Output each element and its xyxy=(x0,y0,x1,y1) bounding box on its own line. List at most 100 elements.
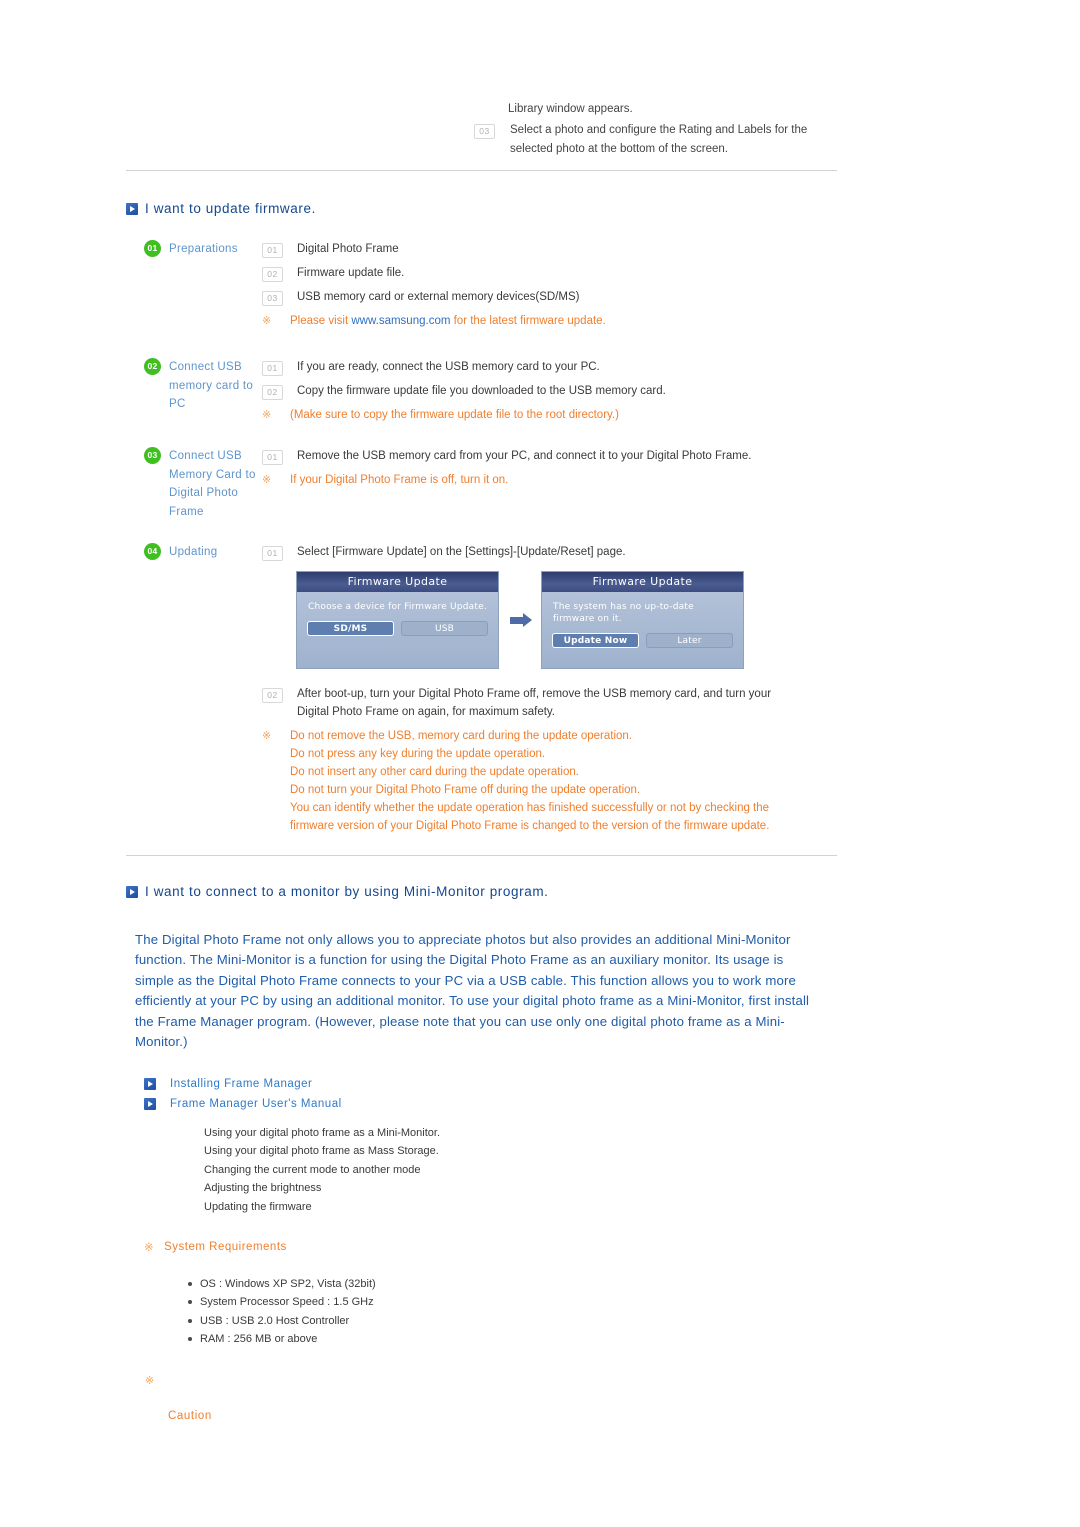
sub-item-text: After boot-up, turn your Digital Photo F… xyxy=(297,688,772,718)
note-text: If your Digital Photo Frame is off, turn… xyxy=(290,474,509,486)
firmware-steps: 01 Preparations 01 Digital Photo Frame 0… xyxy=(144,240,844,855)
kome-mark-icon: ※ xyxy=(262,315,272,327)
list-item: RAM : 256 MB or above xyxy=(186,1330,376,1348)
step-badge: 02 xyxy=(144,358,161,375)
step-badge: 03 xyxy=(144,447,161,464)
note-pre: Please visit xyxy=(290,315,352,327)
post-dialog-block: 02 After boot-up, turn your Digital Phot… xyxy=(262,685,844,835)
step-row: 02 Connect USB memory card to PC 01 If y… xyxy=(144,358,844,430)
list-item: USB : USB 2.0 Host Controller xyxy=(186,1312,376,1330)
warning-lines: Do not remove the USB, memory card durin… xyxy=(290,727,769,835)
step-number-box: 02 xyxy=(262,688,283,703)
sub-item: 01 Select [Firmware Update] on the [Sett… xyxy=(262,543,844,561)
firmware-dialog-images: Firmware Update Choose a device for Firm… xyxy=(296,571,844,669)
dialog-message: The system has no up-to-date firmware on… xyxy=(553,602,694,624)
step-number-box: 01 xyxy=(262,450,283,465)
list-item: Using your digital photo frame as a Mini… xyxy=(204,1127,440,1139)
divider-middle xyxy=(126,855,837,856)
sub-item-text: Digital Photo Frame xyxy=(297,243,399,255)
dialog-title: Firmware Update xyxy=(297,572,498,592)
play-triangle-icon xyxy=(144,1078,156,1090)
note-item: ※ Please visit www.samsung.com for the l… xyxy=(262,312,844,330)
dialog-title: Firmware Update xyxy=(542,572,743,592)
warning-line: Do not insert any other card during the … xyxy=(290,766,579,778)
sub-item-text: USB memory card or external memory devic… xyxy=(297,291,580,303)
step-label: 01 Preparations xyxy=(144,240,262,336)
warning-block: ※ Do not remove the USB, memory card dur… xyxy=(262,727,844,835)
step-badge: 04 xyxy=(144,543,161,560)
link-frame-manager-user-manual[interactable]: Frame Manager User's Manual xyxy=(144,1098,342,1110)
firmware-dialog-1: Firmware Update Choose a device for Firm… xyxy=(296,571,499,669)
mini-monitor-feature-list: Using your digital photo frame as a Mini… xyxy=(204,1124,440,1216)
note-text: (Make sure to copy the firmware update f… xyxy=(290,409,619,421)
list-item: Using your digital photo frame as Mass S… xyxy=(204,1145,439,1158)
samsung-url-link[interactable]: www.samsung.com xyxy=(351,315,450,327)
step-label-text: Connect USB memory card to PC xyxy=(169,361,254,410)
kome-mark-icon: ※ xyxy=(144,1242,155,1254)
sub-item: 02 After boot-up, turn your Digital Phot… xyxy=(262,685,782,721)
dialog-button-sdms[interactable]: SD/MS xyxy=(307,621,394,636)
step-label-text: Updating xyxy=(169,546,218,558)
sub-item-text: Copy the firmware update file you downlo… xyxy=(297,385,666,397)
kome-mark-icon: ※ xyxy=(262,474,272,486)
sub-item-text: Select [Firmware Update] on the [Setting… xyxy=(297,546,626,558)
top-fragment-item: 03 Select a photo and configure the Rati… xyxy=(474,121,834,160)
kome-mark-icon: ※ xyxy=(262,409,272,421)
top-fragment: Library window appears. 03 Select a phot… xyxy=(474,100,834,160)
step-text: Select a photo and configure the Rating … xyxy=(510,123,808,156)
sub-item: 02 Copy the firmware update file you dow… xyxy=(262,382,844,400)
system-requirements-heading: ※ System Requirements xyxy=(144,1240,287,1254)
sub-item: 03 USB memory card or external memory de… xyxy=(262,288,844,306)
mini-monitor-paragraph: The Digital Photo Frame not only allows … xyxy=(135,932,810,1050)
step-body: 01 If you are ready, connect the USB mem… xyxy=(262,358,844,430)
step-label: 04 Updating xyxy=(144,543,262,841)
warning-line: You can identify whether the update oper… xyxy=(290,802,770,814)
dialog-message: Choose a device for Firmware Update. xyxy=(308,602,487,612)
warning-line: firmware version of your Digital Photo F… xyxy=(290,820,770,832)
link-installing-frame-manager[interactable]: Installing Frame Manager xyxy=(144,1078,342,1090)
dialog-buttons: SD/MS USB xyxy=(297,613,498,636)
note-item: ※ If your Digital Photo Frame is off, tu… xyxy=(262,471,844,489)
warning-line: Do not remove the USB, memory card durin… xyxy=(290,730,632,742)
firmware-section-heading: I want to update firmware. xyxy=(126,201,316,216)
mini-monitor-links: Installing Frame Manager Frame Manager U… xyxy=(144,1078,342,1118)
sub-item: 01 Remove the USB memory card from your … xyxy=(262,447,844,465)
step-row: 01 Preparations 01 Digital Photo Frame 0… xyxy=(144,240,844,336)
play-triangle-icon xyxy=(144,1098,156,1110)
note-item: ※ (Make sure to copy the firmware update… xyxy=(262,406,844,424)
step-label-text: Connect USB Memory Card to Digital Photo… xyxy=(169,450,256,518)
dialog-buttons: Update Now Later xyxy=(542,625,743,648)
sub-item-text: Firmware update file. xyxy=(297,267,405,279)
mini-monitor-section-heading: I want to connect to a monitor by using … xyxy=(126,884,549,899)
dialog-button-update-now[interactable]: Update Now xyxy=(552,633,639,648)
step-label-text: Preparations xyxy=(169,243,238,255)
note-text: Please visit www.samsung.com for the lat… xyxy=(290,312,606,330)
caution-kome-icon: ※ xyxy=(145,1375,155,1387)
note-post: for the latest firmware update. xyxy=(450,315,606,327)
system-requirements-title: System Requirements xyxy=(164,1241,287,1253)
sub-item-text: If you are ready, connect the USB memory… xyxy=(297,361,600,373)
play-triangle-icon xyxy=(126,202,138,215)
mini-monitor-heading-text: I want to connect to a monitor by using … xyxy=(145,884,549,899)
firmware-dialog-2: Firmware Update The system has no up-to-… xyxy=(541,571,744,669)
step-number-box: 02 xyxy=(262,267,283,282)
step-row: 04 Updating 01 Select [Firmware Update] … xyxy=(144,543,844,841)
dialog-button-usb[interactable]: USB xyxy=(401,621,488,636)
system-requirements-list: OS : Windows XP SP2, Vista (32bit) Syste… xyxy=(186,1275,376,1349)
step-number-box: 02 xyxy=(262,385,283,400)
step-number-box: 01 xyxy=(262,361,283,376)
sub-item: 02 Firmware update file. xyxy=(262,264,844,282)
list-item: Changing the current mode to another mod… xyxy=(204,1163,421,1176)
link-label: Frame Manager User's Manual xyxy=(170,1098,342,1110)
library-window-line: Library window appears. xyxy=(508,103,633,115)
step-number-box: 03 xyxy=(262,291,283,306)
step-label: 03 Connect USB Memory Card to Digital Ph… xyxy=(144,447,262,521)
warning-line: Do not turn your Digital Photo Frame off… xyxy=(290,784,641,796)
dialog-button-later[interactable]: Later xyxy=(646,633,733,648)
list-item: OS : Windows XP SP2, Vista (32bit) xyxy=(186,1275,376,1293)
divider-top xyxy=(126,170,837,171)
list-item: System Processor Speed : 1.5 GHz xyxy=(186,1293,376,1311)
play-triangle-icon xyxy=(126,885,138,898)
sub-item: 01 If you are ready, connect the USB mem… xyxy=(262,358,844,376)
step-number-box: 01 xyxy=(262,243,283,258)
